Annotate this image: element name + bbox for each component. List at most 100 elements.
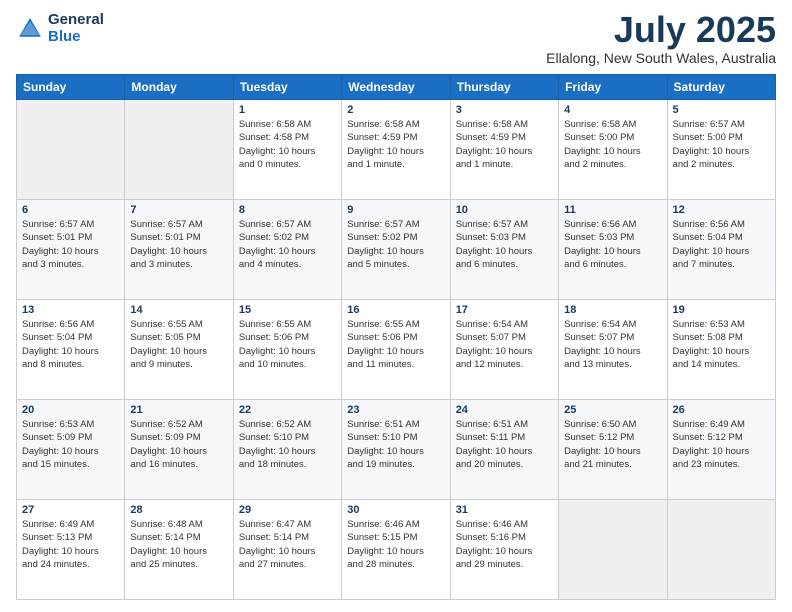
- day-number: 19: [673, 304, 770, 316]
- col-monday: Monday: [125, 75, 233, 100]
- calendar-cell: 10Sunrise: 6:57 AMSunset: 5:03 PMDayligh…: [450, 200, 558, 300]
- col-sunday: Sunday: [17, 75, 125, 100]
- day-info: Sunrise: 6:56 AMSunset: 5:04 PMDaylight:…: [22, 318, 119, 371]
- day-info: Sunrise: 6:48 AMSunset: 5:14 PMDaylight:…: [130, 518, 227, 571]
- calendar-cell: [17, 100, 125, 200]
- day-number: 17: [456, 304, 553, 316]
- week-row-2: 6 Sunrise: 6:57 AMSunset: 5:01 PMDaylight…: [17, 200, 776, 300]
- calendar-cell: 9 Sunrise: 6:57 AMSunset: 5:02 PMDaylight…: [342, 200, 450, 300]
- day-info: Sunrise: 6:52 AMSunset: 5:09 PMDaylight:…: [130, 418, 227, 471]
- week-row-3: 13 Sunrise: 6:56 AMSunset: 5:04 PMDayligh…: [17, 300, 776, 400]
- day-info: Sunrise: 6:49 AMSunset: 5:12 PMDaylight:…: [673, 418, 770, 471]
- header: General Blue July 2025 Ellalong, New Sou…: [16, 12, 776, 66]
- day-number: 7: [130, 204, 227, 216]
- day-info: Sunrise: 6:55 AMSunset: 5:05 PMDaylight:…: [130, 318, 227, 371]
- day-number: 15: [239, 304, 336, 316]
- calendar-cell: 7Sunrise: 6:57 AMSunset: 5:01 PMDaylight…: [125, 200, 233, 300]
- day-info: Sunrise: 6:51 AMSunset: 5:10 PMDaylight:…: [347, 418, 444, 471]
- day-info: Sunrise: 6:54 AMSunset: 5:07 PMDaylight:…: [564, 318, 661, 371]
- calendar-cell: 15 Sunrise: 6:55 AMSunset: 5:06 PMDayligh…: [233, 300, 341, 400]
- logo-icon: [16, 15, 44, 43]
- day-info: Sunrise: 6:55 AMSunset: 5:06 PMDaylight:…: [239, 318, 336, 371]
- calendar-cell: 5 Sunrise: 6:57 AMSunset: 5:00 PMDaylight…: [667, 100, 775, 200]
- day-number: 28: [130, 504, 227, 516]
- calendar-cell: 11Sunrise: 6:56 AMSunset: 5:03 PMDayligh…: [559, 200, 667, 300]
- calendar-cell: [125, 100, 233, 200]
- col-thursday: Thursday: [450, 75, 558, 100]
- calendar-cell: 2Sunrise: 6:58 AMSunset: 4:59 PMDaylight…: [342, 100, 450, 200]
- day-number: 9: [347, 204, 444, 216]
- calendar-header-row: Sunday Monday Tuesday Wednesday Thursday…: [17, 75, 776, 100]
- day-number: 20: [22, 404, 119, 416]
- calendar-cell: 19 Sunrise: 6:53 AMSunset: 5:08 PMDayligh…: [667, 300, 775, 400]
- calendar-cell: 27 Sunrise: 6:49 AMSunset: 5:13 PMDayligh…: [17, 500, 125, 600]
- logo: General Blue: [16, 12, 104, 45]
- calendar-cell: 25 Sunrise: 6:50 AMSunset: 5:12 PMDayligh…: [559, 400, 667, 500]
- col-saturday: Saturday: [667, 75, 775, 100]
- day-info: Sunrise: 6:53 AMSunset: 5:08 PMDaylight:…: [673, 318, 770, 371]
- day-number: 25: [564, 404, 661, 416]
- calendar-cell: [667, 500, 775, 600]
- calendar-cell: 29 Sunrise: 6:47 AMSunset: 5:14 PMDayligh…: [233, 500, 341, 600]
- week-row-4: 20 Sunrise: 6:53 AMSunset: 5:09 PMDayligh…: [17, 400, 776, 500]
- day-number: 31: [456, 504, 553, 516]
- day-info: Sunrise: 6:57 AMSunset: 5:00 PMDaylight:…: [673, 118, 770, 171]
- calendar-cell: 20 Sunrise: 6:53 AMSunset: 5:09 PMDayligh…: [17, 400, 125, 500]
- day-number: 24: [456, 404, 553, 416]
- day-info: Sunrise: 6:47 AMSunset: 5:14 PMDaylight:…: [239, 518, 336, 571]
- day-number: 8: [239, 204, 336, 216]
- calendar-cell: 12 Sunrise: 6:56 AMSunset: 5:04 PMDayligh…: [667, 200, 775, 300]
- day-number: 30: [347, 504, 444, 516]
- day-info: Sunrise: 6:55 AMSunset: 5:06 PMDaylight:…: [347, 318, 444, 371]
- day-info: Sunrise: 6:53 AMSunset: 5:09 PMDaylight:…: [22, 418, 119, 471]
- day-number: 10: [456, 204, 553, 216]
- week-row-5: 27 Sunrise: 6:49 AMSunset: 5:13 PMDayligh…: [17, 500, 776, 600]
- day-number: 1: [239, 104, 336, 116]
- calendar-cell: 13 Sunrise: 6:56 AMSunset: 5:04 PMDayligh…: [17, 300, 125, 400]
- day-info: Sunrise: 6:56 AMSunset: 5:04 PMDaylight:…: [673, 218, 770, 271]
- day-info: Sunrise: 6:58 AMSunset: 5:00 PMDaylight:…: [564, 118, 661, 171]
- day-number: 4: [564, 104, 661, 116]
- day-info: Sunrise: 6:46 AMSunset: 5:16 PMDaylight:…: [456, 518, 553, 571]
- day-number: 14: [130, 304, 227, 316]
- calendar-cell: 18 Sunrise: 6:54 AMSunset: 5:07 PMDayligh…: [559, 300, 667, 400]
- calendar-cell: 21 Sunrise: 6:52 AMSunset: 5:09 PMDayligh…: [125, 400, 233, 500]
- day-info: Sunrise: 6:52 AMSunset: 5:10 PMDaylight:…: [239, 418, 336, 471]
- calendar-cell: 31 Sunrise: 6:46 AMSunset: 5:16 PMDayligh…: [450, 500, 558, 600]
- day-number: 23: [347, 404, 444, 416]
- day-info: Sunrise: 6:50 AMSunset: 5:12 PMDaylight:…: [564, 418, 661, 471]
- day-number: 5: [673, 104, 770, 116]
- day-info: Sunrise: 6:58 AMSunset: 4:59 PMDaylight:…: [456, 118, 553, 171]
- day-number: 21: [130, 404, 227, 416]
- calendar-cell: 6 Sunrise: 6:57 AMSunset: 5:01 PMDaylight…: [17, 200, 125, 300]
- day-number: 26: [673, 404, 770, 416]
- day-number: 22: [239, 404, 336, 416]
- location-title: Ellalong, New South Wales, Australia: [546, 50, 776, 66]
- day-number: 6: [22, 204, 119, 216]
- calendar-cell: 24Sunrise: 6:51 AMSunset: 5:11 PMDayligh…: [450, 400, 558, 500]
- day-number: 18: [564, 304, 661, 316]
- day-info: Sunrise: 6:57 AMSunset: 5:02 PMDaylight:…: [347, 218, 444, 271]
- day-info: Sunrise: 6:46 AMSunset: 5:15 PMDaylight:…: [347, 518, 444, 571]
- day-number: 27: [22, 504, 119, 516]
- month-title: July 2025: [546, 12, 776, 48]
- calendar-cell: 17Sunrise: 6:54 AMSunset: 5:07 PMDayligh…: [450, 300, 558, 400]
- col-wednesday: Wednesday: [342, 75, 450, 100]
- calendar-cell: 16 Sunrise: 6:55 AMSunset: 5:06 PMDayligh…: [342, 300, 450, 400]
- day-number: 16: [347, 304, 444, 316]
- calendar: Sunday Monday Tuesday Wednesday Thursday…: [16, 74, 776, 600]
- day-info: Sunrise: 6:49 AMSunset: 5:13 PMDaylight:…: [22, 518, 119, 571]
- page: General Blue July 2025 Ellalong, New Sou…: [0, 0, 792, 612]
- day-number: 2: [347, 104, 444, 116]
- calendar-cell: 4 Sunrise: 6:58 AMSunset: 5:00 PMDaylight…: [559, 100, 667, 200]
- calendar-cell: 8Sunrise: 6:57 AMSunset: 5:02 PMDaylight…: [233, 200, 341, 300]
- col-friday: Friday: [559, 75, 667, 100]
- calendar-cell: 23 Sunrise: 6:51 AMSunset: 5:10 PMDayligh…: [342, 400, 450, 500]
- logo-text: General Blue: [48, 12, 104, 45]
- day-number: 13: [22, 304, 119, 316]
- day-number: 12: [673, 204, 770, 216]
- day-number: 29: [239, 504, 336, 516]
- week-row-1: 1Sunrise: 6:58 AMSunset: 4:58 PMDaylight…: [17, 100, 776, 200]
- calendar-cell: 1Sunrise: 6:58 AMSunset: 4:58 PMDaylight…: [233, 100, 341, 200]
- day-info: Sunrise: 6:57 AMSunset: 5:01 PMDaylight:…: [22, 218, 119, 271]
